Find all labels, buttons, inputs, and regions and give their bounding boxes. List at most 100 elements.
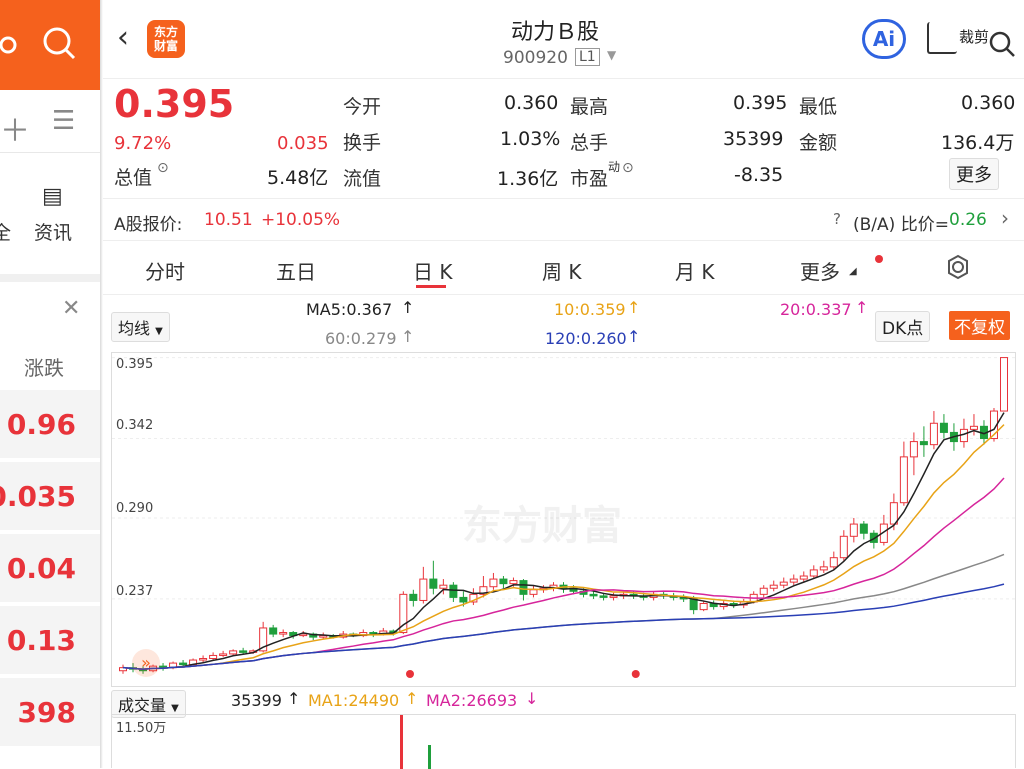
field-value: 1.36亿 (497, 168, 559, 190)
a-share-label: A股报价: (114, 215, 183, 235)
volume-ma2: MA2:26693 (426, 691, 518, 710)
field-label: 最高 (570, 96, 609, 118)
y-tick-label: 0.237 (116, 584, 154, 599)
left-tab-info[interactable]: 资讯 (34, 218, 72, 245)
candlestick-chart[interactable]: 0.395 0.342 0.290 0.237 东方财富 » (111, 352, 1016, 687)
candle-body (429, 578, 438, 589)
crop-label[interactable]: 裁剪 (959, 26, 989, 47)
candle-body (179, 662, 188, 666)
up-arrow-icon: ↑ (401, 298, 415, 317)
y-tick-label: 0.342 (116, 418, 154, 433)
ai-button[interactable]: Ai (862, 19, 906, 59)
candle-body (219, 653, 228, 656)
a-share-price: 10.51 (204, 210, 253, 230)
field-value: 0.360 (504, 92, 559, 114)
candle-body (209, 654, 218, 660)
total-value: 5.48亿 (267, 167, 329, 189)
stock-code: 900920 (503, 48, 568, 68)
chevron-down-icon[interactable]: ▼ (607, 48, 616, 62)
tab-weekly-k[interactable]: 周 K (542, 256, 581, 285)
up-arrow-icon: ↑ (405, 689, 419, 708)
list-item[interactable]: 0.96 (0, 390, 100, 460)
adjust-button[interactable]: 不复权 (949, 311, 1010, 340)
list-item[interactable]: 0.04 (0, 534, 100, 604)
field-label: 最低 (799, 96, 838, 118)
dk-button[interactable]: DK点 (875, 311, 931, 342)
left-panel: ＋ ☰ 全 ▤ 资讯 ✕ 涨跌 0.96 0.035 0.04 0.13 398 (0, 0, 100, 768)
crop-icon[interactable] (927, 22, 957, 54)
candle-body (529, 589, 538, 595)
y-tick-label: 0.290 (116, 501, 154, 516)
field-label: 总手 (570, 132, 609, 154)
level-badge[interactable]: L1 (575, 48, 600, 66)
total-value-label: 总值 (114, 167, 153, 189)
candle-body (609, 595, 618, 598)
y-tick-label: 11.50万 (116, 721, 167, 736)
info-icon[interactable]: ⊙ (157, 160, 169, 176)
add-icon[interactable]: ＋ (0, 106, 30, 150)
field-value: 0.360 (961, 92, 1016, 114)
candle-body (969, 425, 978, 430)
left-tab-partial[interactable]: 全 (0, 218, 11, 245)
list-item[interactable]: 398 (0, 678, 100, 748)
candle-body (439, 584, 448, 589)
field-value: 1.03% (500, 128, 561, 150)
candle-body (499, 578, 508, 585)
info-icon[interactable]: ⊙ (622, 160, 634, 176)
tab-monthly-k[interactable]: 月 K (675, 256, 714, 285)
news-icon: ▤ (42, 184, 63, 209)
y-tick-label: 0.395 (116, 357, 154, 372)
left-header-bar (0, 0, 100, 90)
tab-five-day[interactable]: 五日 (276, 256, 316, 285)
close-icon[interactable]: ✕ (62, 296, 80, 321)
volume-chart[interactable]: 11.50万 (111, 714, 1016, 769)
candle-body (859, 523, 868, 534)
field-value: 0.395 (733, 92, 788, 114)
candle-body (769, 584, 778, 589)
candle-body (819, 566, 828, 571)
help-icon[interactable]: ? (833, 210, 841, 228)
candle-body (829, 557, 838, 568)
volume-bar (400, 715, 403, 769)
candle-body (809, 569, 818, 577)
candle-body (449, 584, 458, 598)
candle-body (459, 596, 468, 603)
back-icon[interactable]: ‹ (117, 20, 129, 55)
list-item[interactable]: 0.035 (0, 462, 100, 532)
candle-body (589, 593, 598, 597)
candle-body (279, 632, 288, 635)
change-amount: 0.035 (277, 133, 329, 154)
watermark: 东方财富 (462, 503, 622, 549)
change-percent: 9.72% (114, 133, 172, 154)
search-icon[interactable] (40, 24, 80, 64)
volume-bar (428, 745, 431, 769)
settings-icon[interactable] (945, 254, 971, 280)
ratio-label: (B/A) 比价= (853, 215, 949, 235)
field-label: 换手 (343, 132, 382, 154)
up-arrow-icon: ↑ (627, 327, 641, 346)
tab-intraday[interactable]: 分时 (145, 256, 185, 285)
chevron-right-icon[interactable]: › (1001, 206, 1009, 230)
more-button[interactable]: 更多 (949, 158, 999, 190)
search-icon[interactable] (988, 30, 1018, 60)
field-label: 金额 (799, 132, 838, 154)
menu-icon[interactable]: ☰ (52, 106, 75, 136)
candle-body (199, 658, 208, 661)
candle-body (689, 598, 698, 611)
ma-selector[interactable]: 均线 ▼ (111, 312, 170, 342)
candle-body (239, 650, 248, 653)
candle-body (409, 593, 418, 601)
up-arrow-icon: ↑ (287, 689, 301, 708)
ma5-value: MA5:0.367 (306, 300, 393, 319)
field-label: 市盈 (570, 168, 609, 190)
expand-icon[interactable]: » (132, 649, 160, 677)
candle-body (999, 357, 1008, 412)
field-label: 今开 (343, 96, 382, 118)
candle-body (799, 575, 808, 580)
tab-more[interactable]: 更多 (800, 256, 840, 285)
current-price: 0.395 (114, 82, 235, 126)
tab-daily-k[interactable]: 日 K (413, 256, 452, 285)
settings-icon[interactable] (0, 30, 24, 60)
field-label: 流值 (343, 168, 382, 190)
list-item[interactable]: 0.13 (0, 606, 100, 676)
